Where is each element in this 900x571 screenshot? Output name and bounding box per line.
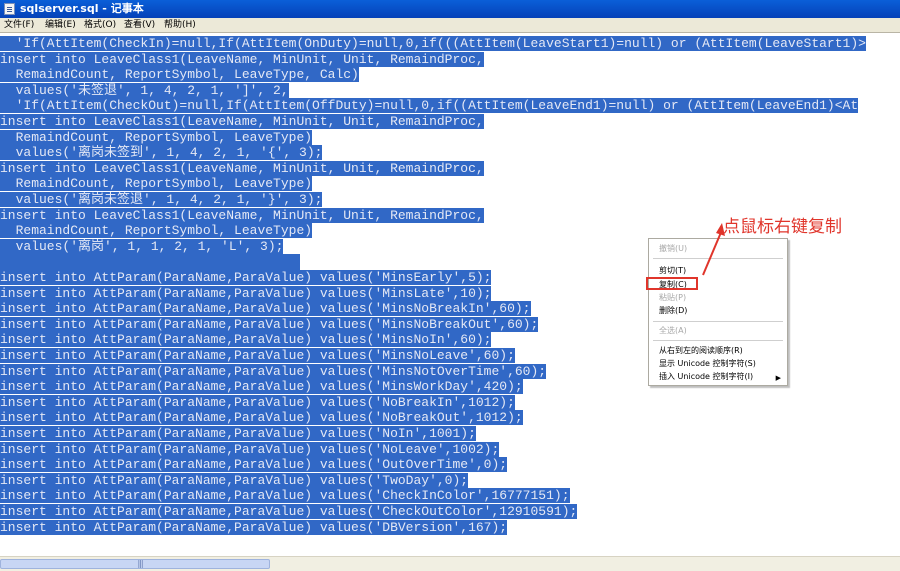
line-text: insert into LeaveClass1(LeaveName, MinUn… — [0, 114, 484, 129]
text-line: RemaindCount, ReportSymbol, LeaveType) — [0, 176, 313, 192]
line-text: RemaindCount, ReportSymbol, LeaveType) — [0, 129, 313, 145]
text-line: insert into AttParam(ParaName,ParaValue)… — [0, 363, 547, 380]
text-line: insert into AttParam(ParaName,ParaValue)… — [0, 394, 515, 411]
line-text: values('离岗未签退', 1, 4, 2, 1, '}', 3); — [0, 192, 323, 207]
menu-insert-unicode-control[interactable]: 插入 Unicode 控制字符(I) — [659, 371, 753, 383]
text-line: insert into AttParam(ParaName,ParaValue)… — [0, 270, 492, 286]
line-text: 'If(AttItem(CheckIn)=null,If(AttItem(OnD… — [0, 36, 866, 51]
line-text: values('未签退', 1, 4, 2, 1, ']', 2, — [0, 82, 289, 98]
line-text: RemaindCount, ReportSymbol, LeaveType) — [0, 176, 313, 192]
copy-highlight-box — [646, 277, 698, 290]
menu-show-unicode-control[interactable]: 显示 Unicode 控制字符(S) — [659, 358, 756, 370]
line-text: RemaindCount, ReportSymbol, LeaveType, C… — [0, 67, 359, 83]
menu-format[interactable]: 格式(O) — [84, 18, 116, 33]
line-text: insert into LeaveClass1(LeaveName, MinUn… — [0, 160, 484, 176]
text-line: 'If(AttItem(CheckOut)=null,If(AttItem(Of… — [0, 98, 859, 114]
line-text: insert into AttParam(ParaName,ParaValue)… — [0, 441, 500, 457]
annotation-text: 点鼠标右键复制 — [723, 217, 842, 237]
text-line: insert into AttParam(ParaName,ParaValue)… — [0, 285, 492, 302]
line-text: insert into LeaveClass1(LeaveName, MinUn… — [0, 51, 484, 67]
scrollbar-grip-icon[interactable]: ||| — [133, 559, 147, 569]
menu-edit[interactable]: 编辑(E) — [45, 18, 76, 33]
text-line: RemaindCount, ReportSymbol, LeaveType, C… — [0, 67, 359, 83]
text-line: insert into LeaveClass1(LeaveName, MinUn… — [0, 114, 484, 130]
text-line: RemaindCount, ReportSymbol, LeaveType) — [0, 129, 313, 146]
line-text: 'If(AttItem(CheckOut)=null,If(AttItem(Of… — [0, 98, 859, 114]
menu-separator — [653, 340, 783, 341]
line-text: insert into AttParam(ParaName,ParaValue)… — [0, 504, 578, 519]
line-text: insert into AttParam(ParaName,ParaValue)… — [0, 519, 508, 535]
text-line: insert into AttParam(ParaName,ParaValue)… — [0, 316, 539, 333]
text-line — [0, 254, 300, 270]
line-text: insert into AttParam(ParaName,ParaValue)… — [0, 457, 508, 473]
line-text: insert into LeaveClass1(LeaveName, MinUn… — [0, 207, 484, 223]
menu-view[interactable]: 查看(V) — [124, 18, 155, 33]
text-line: insert into AttParam(ParaName,ParaValue)… — [0, 426, 476, 442]
menu-paste[interactable]: 粘贴(P) — [659, 292, 686, 304]
menu-delete[interactable]: 删除(D) — [659, 305, 687, 317]
text-line: insert into AttParam(ParaName,ParaValue)… — [0, 472, 469, 489]
notepad-icon — [4, 3, 15, 15]
line-text — [0, 254, 300, 270]
text-line: insert into AttParam(ParaName,ParaValue)… — [0, 332, 492, 348]
text-line: values('离岗未签到', 1, 4, 2, 1, '{', 3); — [0, 145, 323, 161]
text-line: RemaindCount, ReportSymbol, LeaveType) — [0, 223, 313, 239]
line-text: insert into AttParam(ParaName,ParaValue)… — [0, 363, 547, 379]
context-menu: 撤销(U) 剪切(T) 复制(C) 粘贴(P) 删除(D) 全选(A) 从右到左… — [648, 238, 788, 386]
text-line: insert into AttParam(ParaName,ParaValue)… — [0, 410, 523, 426]
menu-help[interactable]: 帮助(H) — [164, 18, 196, 33]
line-text: insert into AttParam(ParaName,ParaValue)… — [0, 270, 492, 285]
menu-bar: 文件(F) 编辑(E) 格式(O) 查看(V) 帮助(H) — [0, 18, 900, 33]
line-text: insert into AttParam(ParaName,ParaValue)… — [0, 472, 469, 488]
text-line: values('离岗', 1, 1, 2, 1, 'L', 3); — [0, 238, 284, 255]
text-line: insert into AttParam(ParaName,ParaValue)… — [0, 504, 578, 520]
line-text: values('离岗未签到', 1, 4, 2, 1, '{', 3); — [0, 145, 323, 161]
menu-rtl-reading-order[interactable]: 从右到左的阅读顺序(R) — [659, 345, 743, 357]
menu-file[interactable]: 文件(F) — [4, 18, 34, 33]
line-text: insert into AttParam(ParaName,ParaValue)… — [0, 332, 492, 348]
text-line: values('未签退', 1, 4, 2, 1, ']', 2, — [0, 82, 289, 99]
line-text: insert into AttParam(ParaName,ParaValue)… — [0, 379, 523, 395]
line-text: insert into AttParam(ParaName,ParaValue)… — [0, 285, 492, 301]
line-text: RemaindCount, ReportSymbol, LeaveType) — [0, 223, 313, 239]
text-line: insert into AttParam(ParaName,ParaValue)… — [0, 519, 508, 536]
menu-select-all[interactable]: 全选(A) — [659, 325, 687, 337]
title-bar[interactable]: sqlserver.sql - 记事本 — [0, 0, 900, 18]
text-line: 'If(AttItem(CheckIn)=null,If(AttItem(OnD… — [0, 36, 866, 52]
text-line: insert into LeaveClass1(LeaveName, MinUn… — [0, 207, 484, 224]
line-text: insert into AttParam(ParaName,ParaValue)… — [0, 348, 515, 363]
text-line: insert into LeaveClass1(LeaveName, MinUn… — [0, 51, 484, 68]
line-text: insert into AttParam(ParaName,ParaValue)… — [0, 394, 515, 410]
menu-undo[interactable]: 撤销(U) — [659, 243, 687, 255]
text-line: insert into AttParam(ParaName,ParaValue)… — [0, 348, 515, 364]
line-text: insert into AttParam(ParaName,ParaValue)… — [0, 316, 539, 332]
horizontal-scrollbar[interactable]: ||| — [0, 556, 900, 571]
submenu-arrow-icon: ▶ — [775, 374, 781, 382]
line-text: insert into AttParam(ParaName,ParaValue)… — [0, 488, 570, 504]
line-text: values('离岗', 1, 1, 2, 1, 'L', 3); — [0, 238, 284, 254]
text-line: insert into AttParam(ParaName,ParaValue)… — [0, 457, 508, 473]
text-line: insert into AttParam(ParaName,ParaValue)… — [0, 488, 570, 504]
text-line: insert into LeaveClass1(LeaveName, MinUn… — [0, 160, 484, 177]
text-line: insert into AttParam(ParaName,ParaValue)… — [0, 379, 523, 395]
line-text: insert into AttParam(ParaName,ParaValue)… — [0, 410, 523, 426]
window-title: sqlserver.sql - 记事本 — [20, 2, 144, 15]
text-line: values('离岗未签退', 1, 4, 2, 1, '}', 3); — [0, 192, 323, 208]
menu-separator — [653, 258, 783, 259]
line-text: insert into AttParam(ParaName,ParaValue)… — [0, 301, 531, 317]
menu-separator — [653, 321, 783, 322]
text-line: insert into AttParam(ParaName,ParaValue)… — [0, 301, 531, 317]
menu-cut[interactable]: 剪切(T) — [659, 265, 686, 277]
text-line: insert into AttParam(ParaName,ParaValue)… — [0, 441, 500, 458]
line-text: insert into AttParam(ParaName,ParaValue)… — [0, 426, 476, 441]
